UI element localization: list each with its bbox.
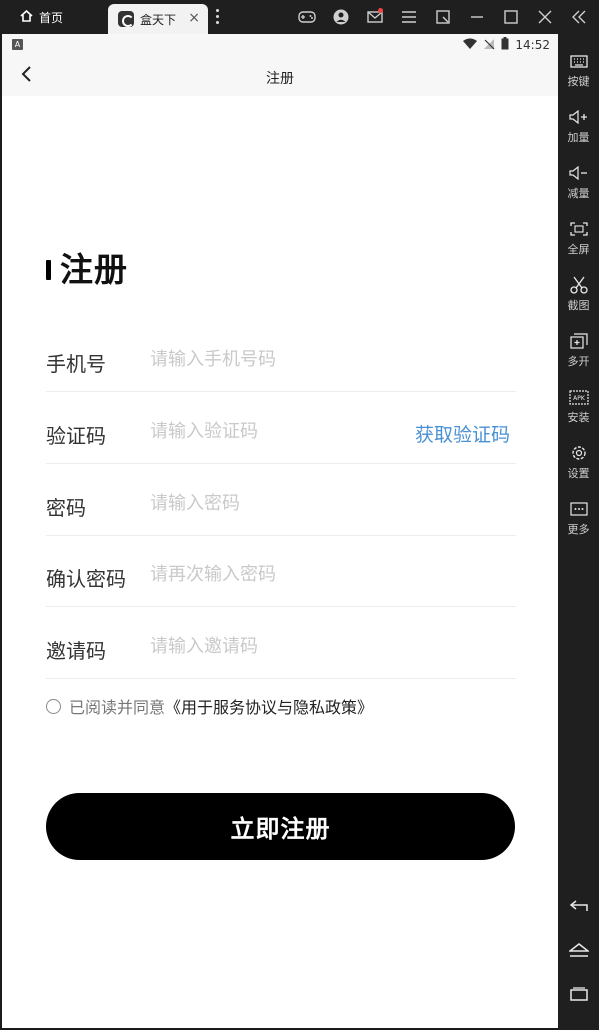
gear-icon	[569, 444, 589, 462]
confirm-password-label: 确认密码	[46, 567, 126, 591]
keyboard-indicator-icon: A	[12, 39, 23, 50]
sidebar-item-label: 全屏	[567, 243, 590, 256]
restore-icon[interactable]	[426, 0, 460, 34]
android-back-button[interactable]	[558, 898, 599, 917]
back-icon	[569, 898, 589, 917]
scissors-icon	[569, 276, 589, 294]
notification-dot	[378, 8, 383, 13]
home-icon	[567, 942, 590, 961]
battery-icon	[501, 37, 509, 53]
invite-code-label: 邀请码	[46, 639, 106, 663]
app-tab-label: 盒天下	[140, 12, 177, 27]
close-icon[interactable]	[528, 0, 562, 34]
sidebar-item-label: 安装	[567, 411, 590, 424]
sidebar-item-label: 多开	[567, 355, 590, 368]
phone-field-row: 手机号	[46, 320, 516, 392]
minimize-icon[interactable]	[460, 0, 494, 34]
emulator-sidebar: 按键 加量 减量 全屏 截图 多开 APK 安装 设置 更多	[558, 34, 599, 1030]
form-heading: 注册	[60, 250, 128, 289]
sidebar-item-more[interactable]: 更多	[558, 500, 599, 537]
password-input[interactable]	[150, 488, 390, 518]
svg-text:APK: APK	[573, 395, 586, 402]
gamepad-icon[interactable]	[290, 0, 324, 34]
home-tab-label: 首页	[39, 10, 64, 25]
android-home-button[interactable]	[558, 942, 599, 961]
password-label: 密码	[46, 496, 86, 520]
sidebar-item-label: 更多	[567, 523, 590, 536]
fullscreen-icon	[569, 220, 589, 238]
android-statusbar: A 14:52	[2, 34, 558, 56]
keyboard-icon	[569, 52, 589, 70]
phone-input[interactable]	[150, 344, 390, 374]
android-recents-button[interactable]	[558, 986, 599, 1005]
home-tab[interactable]: 首页	[0, 0, 105, 34]
sidebar-item-keys[interactable]: 按键	[558, 52, 599, 89]
confirm-password-field-row: 确认密码	[46, 535, 516, 607]
no-signal-icon	[483, 38, 495, 53]
agreement-row: 已阅读并同意 《用于服务协议与隐私政策》	[46, 694, 373, 718]
password-field-row: 密码	[46, 464, 516, 536]
apk-install-icon: APK	[568, 388, 589, 406]
wifi-icon	[463, 38, 478, 52]
heading-accent-bar	[46, 260, 51, 280]
home-icon	[20, 9, 33, 25]
confirm-password-input[interactable]	[150, 559, 390, 589]
sidebar-item-multi-instance[interactable]: 多开	[558, 332, 599, 369]
agree-prefix: 已阅读并同意	[69, 698, 166, 717]
app-tab[interactable]: 盒天下 ×	[108, 4, 208, 34]
sidebar-item-settings[interactable]: 设置	[558, 444, 599, 481]
sidebar-item-install-apk[interactable]: APK 安装	[558, 388, 599, 425]
invite-code-input[interactable]	[150, 631, 390, 661]
maximize-icon[interactable]	[494, 0, 528, 34]
app-navbar: 注册	[2, 56, 558, 96]
code-field-row: 验证码 获取验证码	[46, 392, 516, 464]
agreement-link[interactable]: 《用于服务协议与隐私政策》	[165, 694, 373, 718]
sidebar-item-label: 设置	[567, 467, 590, 480]
invite-code-field-row: 邀请码	[46, 607, 516, 679]
user-avatar-icon[interactable]	[324, 0, 358, 34]
collapse-icon[interactable]	[562, 0, 596, 34]
recents-icon	[569, 986, 589, 1005]
sidebar-item-label: 截图	[567, 299, 590, 312]
agree-radio[interactable]	[46, 698, 61, 714]
emulator-titlebar: 首页 盒天下 ×	[0, 0, 599, 34]
sidebar-item-volume-down[interactable]: 减量	[558, 164, 599, 201]
volume-down-icon	[568, 164, 589, 182]
sidebar-item-screenshot[interactable]: 截图	[558, 276, 599, 313]
volume-up-icon	[568, 108, 589, 126]
sidebar-item-label: 按键	[567, 75, 590, 88]
phone-label: 手机号	[46, 352, 106, 376]
multi-instance-icon	[569, 332, 589, 350]
tab-close-icon[interactable]: ×	[188, 11, 200, 25]
sidebar-item-fullscreen[interactable]: 全屏	[558, 220, 599, 257]
code-label: 验证码	[46, 424, 106, 448]
app-logo-icon	[118, 11, 134, 27]
tab-more-icon[interactable]	[216, 9, 220, 25]
menu-icon[interactable]	[392, 0, 426, 34]
page-title: 注册	[266, 71, 294, 87]
mail-icon[interactable]	[358, 0, 392, 34]
phone-screen: A 14:52 注册 注册 手机号 验证码 获取验证码	[2, 34, 558, 1028]
sidebar-item-label: 减量	[567, 187, 590, 200]
more-icon	[569, 500, 589, 518]
sidebar-item-volume-up[interactable]: 加量	[558, 108, 599, 145]
register-button[interactable]: 立即注册	[46, 793, 515, 860]
sidebar-item-label: 加量	[567, 131, 590, 144]
get-code-button[interactable]: 获取验证码	[415, 420, 510, 447]
code-input[interactable]	[150, 416, 390, 446]
status-time: 14:52	[515, 38, 550, 52]
